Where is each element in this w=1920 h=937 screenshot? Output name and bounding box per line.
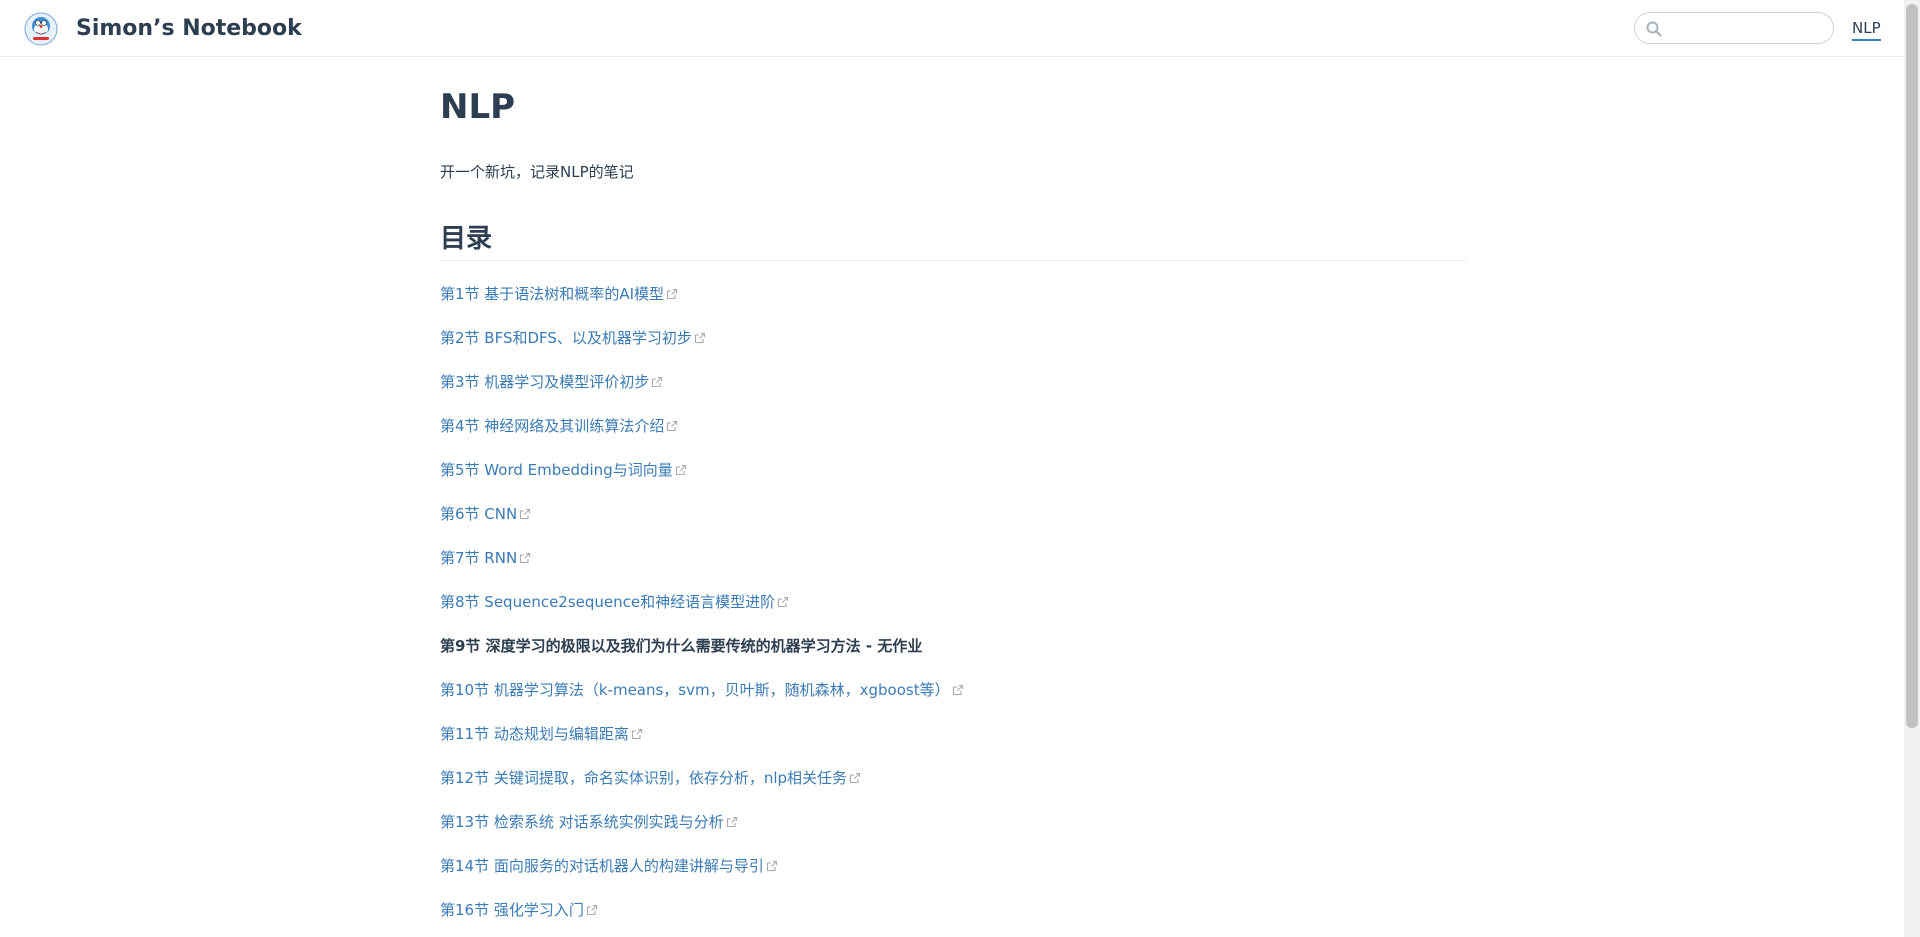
page-title: NLP [440,87,516,127]
toc-link[interactable]: 第2节 BFS和DFS、以及机器学习初步 [440,329,692,347]
toc-link[interactable]: 第8节 Sequence2sequence和神经语言模型进阶 [440,593,775,611]
toc-label: 第9节 深度学习的极限以及我们为什么需要传统的机器学习方法 - 无作业 [440,637,923,655]
external-link-icon [850,772,861,784]
toc-item[interactable]: 第1节 基于语法树和概率的AI模型 [440,283,678,305]
external-link-icon [778,596,789,608]
toc-link[interactable]: 第11节 动态规划与编辑距离 [440,725,629,743]
nav-link-nlp[interactable]: NLP [1852,18,1881,41]
site-name[interactable]: Simon’s Notebook [76,14,302,44]
toc-item[interactable]: 第2节 BFS和DFS、以及机器学习初步 [440,327,706,349]
site-logo-icon[interactable] [24,12,58,46]
toc-item[interactable]: 第3节 机器学习及模型评价初步 [440,371,663,393]
toc-link[interactable]: 第12节 关键词提取，命名实体识别，依存分析，nlp相关任务 [440,769,847,787]
external-link-icon [675,464,686,476]
search-box[interactable] [1634,12,1834,44]
toc-heading: 目录 [440,221,1466,261]
toc-item[interactable]: 第12节 关键词提取，命名实体识别，依存分析，nlp相关任务 [440,767,861,789]
search-icon [1646,21,1662,37]
external-link-icon [586,904,597,916]
toc-item[interactable]: 第8节 Sequence2sequence和神经语言模型进阶 [440,591,789,613]
toc-item[interactable]: 第14节 面向服务的对话机器人的构建讲解与导引 [440,855,778,877]
toc-item[interactable]: 第13节 检索系统 对话系统实例实践与分析 [440,811,738,833]
toc-link[interactable]: 第13节 检索系统 对话系统实例实践与分析 [440,813,724,831]
external-link-icon [694,332,705,344]
toc-link[interactable]: 第4节 神经网络及其训练算法介绍 [440,417,664,435]
toc-link[interactable]: 第3节 机器学习及模型评价初步 [440,373,649,391]
toc-link[interactable]: 第16节 强化学习入门 [440,901,584,919]
toc-item[interactable]: 第5节 Word Embedding与词向量 [440,459,687,481]
external-link-icon [652,376,663,388]
toc-item[interactable]: 第10节 机器学习算法（k-means，svm，贝叶斯，随机森林，xgboost… [440,679,964,701]
toc-item[interactable]: 第7节 RNN [440,547,531,569]
toc-link[interactable]: 第1节 基于语法树和概率的AI模型 [440,285,664,303]
external-link-icon [766,860,777,872]
external-link-icon [726,816,737,828]
scrollbar-thumb[interactable] [1906,4,1918,728]
toc-item[interactable]: 第6节 CNN [440,503,531,525]
toc-link[interactable]: 第5节 Word Embedding与词向量 [440,461,673,479]
search-input[interactable] [1667,17,1829,41]
external-link-icon [667,420,678,432]
external-link-icon [520,552,531,564]
toc-item[interactable]: 第4节 神经网络及其训练算法介绍 [440,415,678,437]
external-link-icon [520,508,531,520]
intro-text: 开一个新坑，记录NLP的笔记 [440,163,634,181]
toc-link[interactable]: 第14节 面向服务的对话机器人的构建讲解与导引 [440,857,764,875]
external-link-icon [666,288,678,300]
toc-link[interactable]: 第10节 机器学习算法（k-means，svm，贝叶斯，随机森林，xgboost… [440,681,950,699]
external-link-icon [631,728,642,740]
external-link-icon [952,684,963,696]
toc-item[interactable]: 第11节 动态规划与编辑距离 [440,723,643,745]
toc-item: 第9节 深度学习的极限以及我们为什么需要传统的机器学习方法 - 无作业 [440,635,922,657]
navbar: Simon’s Notebook NLP [0,0,1904,57]
toc-link[interactable]: 第7节 RNN [440,549,517,567]
toc-item[interactable]: 第16节 强化学习入门 [440,899,598,921]
toc-link[interactable]: 第6节 CNN [440,505,517,523]
